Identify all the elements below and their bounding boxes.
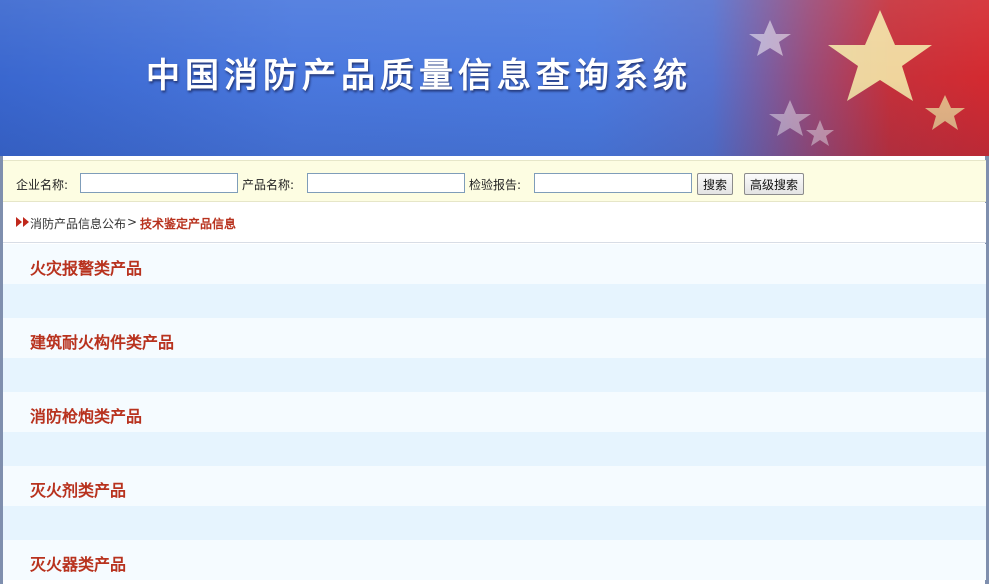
product-input[interactable] <box>307 173 465 193</box>
category-row: 灭火剂类产品 <box>3 466 986 506</box>
category-spacer <box>3 506 986 540</box>
breadcrumb-parent-link[interactable]: 消防产品信息公布 <box>30 215 126 232</box>
category-spacer <box>3 432 986 466</box>
search-bar: 企业名称: 产品名称: 检验报告: 搜索 高级搜索 <box>3 160 986 202</box>
category-spacer <box>3 284 986 318</box>
company-label: 企业名称: <box>16 178 69 192</box>
category-row: 灭火器类产品 <box>3 540 986 580</box>
category-row: 消防枪炮类产品 <box>3 392 986 432</box>
system-title: 中国消防产品质量信息查询系统 <box>146 56 692 96</box>
company-input[interactable] <box>80 173 238 193</box>
category-link-fire-alarm[interactable]: 火灾报警类产品 <box>30 255 142 279</box>
search-button[interactable]: 搜索 <box>697 173 734 195</box>
category-link-fire-resistant-components[interactable]: 建筑耐火构件类产品 <box>30 329 174 353</box>
double-arrow-icon <box>16 217 29 227</box>
category-list: 火灾报警类产品 建筑耐火构件类产品 消防枪炮类产品 灭火剂类产品 灭火器类产品 <box>3 244 986 584</box>
category-spacer <box>3 358 986 392</box>
report-input[interactable] <box>534 173 692 193</box>
breadcrumb-separator: > <box>127 215 138 229</box>
category-link-fire-nozzles[interactable]: 消防枪炮类产品 <box>30 403 142 427</box>
advanced-search-button[interactable]: 高级搜索 <box>744 173 805 195</box>
report-label: 检验报告: <box>469 178 522 192</box>
category-link-extinguishers[interactable]: 灭火器类产品 <box>30 551 126 575</box>
breadcrumb: 消防产品信息公布 > 技术鉴定产品信息 <box>3 203 986 243</box>
category-row: 火灾报警类产品 <box>3 244 986 284</box>
product-label: 产品名称: <box>242 178 295 192</box>
category-row: 建筑耐火构件类产品 <box>3 318 986 358</box>
header-banner: 中国消防产品质量信息查询系统 <box>0 0 989 156</box>
breadcrumb-current[interactable]: 技术鉴定产品信息 <box>140 215 236 232</box>
category-link-extinguishing-agents[interactable]: 灭火剂类产品 <box>30 477 126 501</box>
